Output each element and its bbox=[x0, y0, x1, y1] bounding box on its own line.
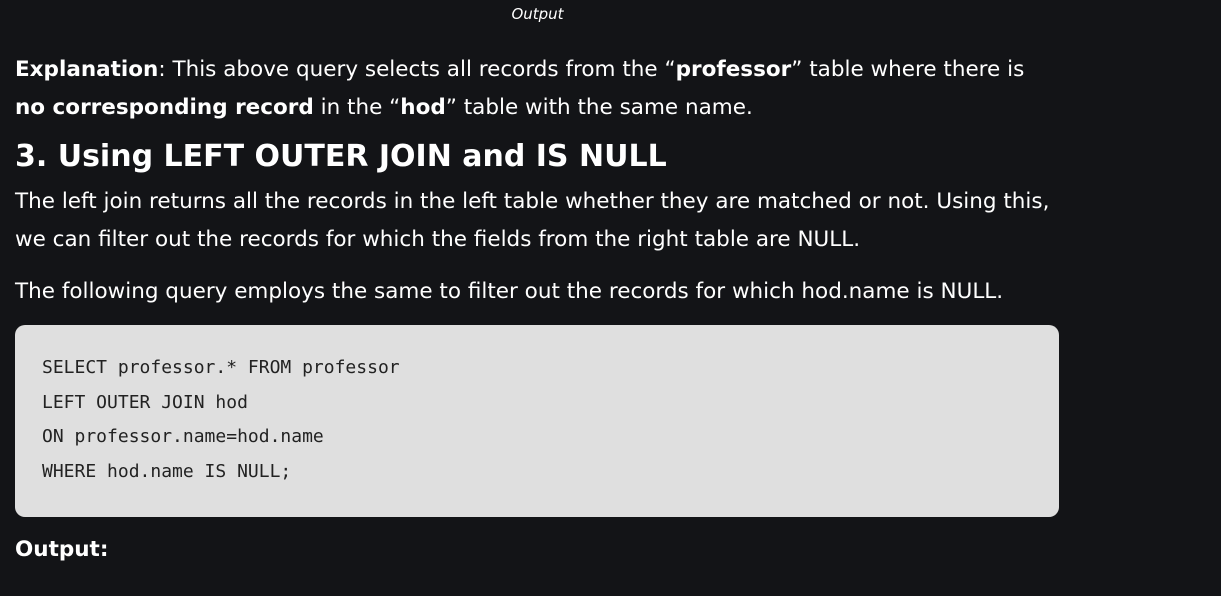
explanation-text-1: : This above query selects all records f… bbox=[158, 57, 676, 82]
figure-caption: Output bbox=[511, 5, 564, 23]
section-heading: 3. Using LEFT OUTER JOIN and IS NULL bbox=[15, 139, 667, 174]
explanation-text-4: ” table with the same name. bbox=[445, 95, 753, 120]
code-line: SELECT professor.* FROM professor bbox=[42, 357, 400, 378]
explanation-paragraph: Explanation: This above query selects al… bbox=[15, 51, 1059, 127]
explanation-bold-professor: professor bbox=[675, 57, 792, 82]
explanation-bold-no-corresponding: no corresponding record bbox=[15, 95, 314, 120]
output-colon: : bbox=[99, 537, 109, 562]
output-label: Output bbox=[15, 537, 100, 562]
section-paragraph-1: The left join returns all the records in… bbox=[15, 189, 1050, 252]
code-block[interactable]: SELECT professor.* FROM professor LEFT O… bbox=[15, 325, 1059, 517]
output-heading: Output: bbox=[15, 531, 1059, 569]
explanation-text-3: in the “ bbox=[313, 95, 401, 120]
section-paragraph-2: The following query employs the same to … bbox=[15, 279, 1004, 304]
explanation-bold-hod: hod bbox=[400, 95, 446, 120]
article-content: Explanation: This above query selects al… bbox=[15, 51, 1059, 569]
code-line: LEFT OUTER JOIN hod bbox=[42, 391, 248, 413]
code-line: WHERE hod.name IS NULL; bbox=[42, 460, 292, 482]
explanation-label: Explanation bbox=[15, 57, 159, 82]
explanation-text-2: ” table where there is bbox=[791, 57, 1025, 82]
code-line: ON professor.name=hod.name bbox=[42, 426, 324, 447]
